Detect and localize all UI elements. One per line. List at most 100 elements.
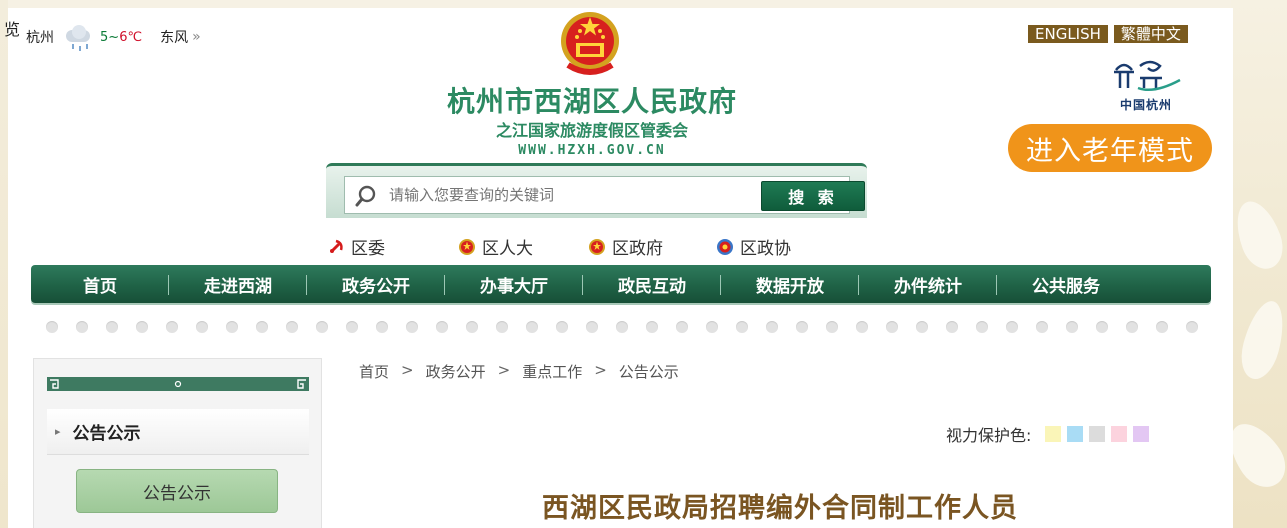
rain-cloud-icon: [62, 24, 96, 51]
eye-care-swatch-gray[interactable]: [1089, 426, 1106, 442]
decor-dot: [436, 321, 448, 333]
decor-dot: [706, 321, 718, 333]
hangzhou-logo-icon: [1114, 60, 1181, 91]
breadcrumb-government-affairs[interactable]: 政务公开: [426, 361, 486, 382]
cppcc-emblem-icon: [717, 238, 733, 255]
language-links: ENGLISH 繁體中文: [1028, 25, 1188, 43]
decor-dot: [1006, 321, 1018, 333]
hangzhou-logo-text: 中国杭州: [1119, 98, 1172, 112]
decor-dot: [286, 321, 298, 333]
breadcrumb: 首页 > 政务公开 > 重点工作 > 公告公示: [359, 361, 679, 382]
sidebar-heading: ▸ 公告公示: [47, 409, 309, 455]
breadcrumb-separator: >: [401, 361, 414, 379]
lang-traditional-link[interactable]: 繁體中文: [1113, 25, 1188, 43]
decor-dot: [496, 321, 508, 333]
national-emblem-icon: [459, 238, 475, 255]
corner-glyph: 览: [4, 20, 21, 39]
decor-dot: [316, 321, 328, 333]
decor-dot: [736, 321, 748, 333]
decor-dot: [946, 321, 958, 333]
nav-home[interactable]: 首页: [31, 272, 169, 297]
nav-government-affairs[interactable]: 政务公开: [307, 272, 445, 297]
weather-temperature: 5~6℃: [100, 29, 143, 45]
quick-link-cppcc[interactable]: 区政协: [716, 234, 791, 259]
decor-dot: [46, 321, 58, 333]
quick-links: 区委 区人大 区政府 区政协: [0, 234, 1287, 259]
decor-dot: [106, 321, 118, 333]
search-icon: [355, 185, 376, 207]
sidebar: ▸ 公告公示 公告公示: [33, 358, 322, 528]
breadcrumb-key-work[interactable]: 重点工作: [522, 361, 582, 382]
nav-service-hall[interactable]: 办事大厅: [445, 272, 583, 297]
decor-dot: [466, 321, 478, 333]
weather-city: 杭州: [26, 30, 54, 46]
decor-dot: [346, 321, 358, 333]
search-box: 搜 索: [344, 176, 865, 214]
decor-dot: [616, 321, 628, 333]
decor-dot: [556, 321, 568, 333]
sidebar-heading-label: 公告公示: [72, 424, 141, 444]
national-emblem-icon: [589, 238, 605, 255]
decor-dot: [1036, 321, 1048, 333]
search-input[interactable]: [389, 183, 739, 207]
nav-interaction[interactable]: 政民互动: [583, 272, 721, 297]
page-background-right: [1218, 0, 1287, 528]
decor-dot: [256, 321, 268, 333]
main-nav: 首页 走进西湖 政务公开 办事大厅 政民互动 数据开放 办件统计 公共服务: [31, 265, 1211, 303]
nav-about-xihu[interactable]: 走进西湖: [169, 272, 307, 297]
eye-care-swatch-yellow[interactable]: [1045, 426, 1062, 442]
quick-link-government[interactable]: 区政府: [588, 234, 663, 259]
hangzhou-city-logo[interactable]: 中国杭州: [1106, 56, 1186, 113]
decor-dot: [76, 321, 88, 333]
decor-dot: [856, 321, 868, 333]
decor-dot: [136, 321, 148, 333]
decor-dot: [1096, 321, 1108, 333]
search-panel: 搜 索: [326, 163, 867, 218]
decor-dot: [916, 321, 928, 333]
eye-care-colors: 视力保护色:: [946, 422, 1150, 446]
nav-public-service[interactable]: 公共服务: [997, 272, 1135, 297]
site-subtitle: 之江国家旅游度假区管委会: [495, 121, 688, 140]
decor-dot: [526, 321, 538, 333]
decor-dot: [1186, 321, 1198, 333]
search-button[interactable]: 搜 索: [761, 181, 865, 211]
breadcrumb-current[interactable]: 公告公示: [619, 361, 679, 382]
decor-dot: [976, 321, 988, 333]
article-title: 西湖区民政局招聘编外合同制工作人员: [542, 493, 1018, 524]
decor-dot: [1066, 321, 1078, 333]
decor-dot: [1156, 321, 1168, 333]
weather-more-link[interactable]: »: [192, 29, 201, 45]
elder-mode-button[interactable]: 进入老年模式: [1008, 124, 1212, 172]
quick-link-label: 区人大: [482, 239, 533, 259]
quick-link-label: 区委: [351, 239, 385, 259]
quick-link-label: 区政协: [740, 239, 791, 259]
decor-dot: [766, 321, 778, 333]
eye-care-swatch-blue[interactable]: [1067, 426, 1084, 442]
national-emblem-icon: [561, 12, 619, 75]
quick-link-npc[interactable]: 区人大: [458, 234, 533, 259]
weather-wind: 东风: [160, 30, 189, 46]
decorative-dot-row: [46, 321, 1206, 335]
quick-link-label: 区政府: [612, 239, 663, 259]
decor-dot: [226, 321, 238, 333]
sidebar-ornament: [47, 377, 309, 391]
eye-care-swatch-pink[interactable]: [1111, 426, 1128, 442]
quick-link-district-committee[interactable]: 区委: [327, 234, 385, 259]
sidebar-item-announcements[interactable]: 公告公示: [76, 469, 278, 513]
decor-dot: [676, 321, 688, 333]
site-url: WWW.HZXH.GOV.CN: [518, 143, 666, 158]
decor-dot: [796, 321, 808, 333]
decor-dot: [166, 321, 178, 333]
decor-dot: [886, 321, 898, 333]
page-background-left: [0, 0, 8, 528]
breadcrumb-home[interactable]: 首页: [359, 361, 389, 382]
eye-care-label: 视力保护色:: [946, 426, 1032, 445]
nav-open-data[interactable]: 数据开放: [721, 272, 859, 297]
lang-english-link[interactable]: ENGLISH: [1028, 25, 1108, 43]
nav-statistics[interactable]: 办件统计: [859, 272, 997, 297]
party-emblem-icon: [327, 237, 345, 256]
decor-dot: [376, 321, 388, 333]
breadcrumb-separator: >: [594, 361, 607, 379]
eye-care-swatch-purple[interactable]: [1133, 426, 1150, 442]
weather-widget: 杭州 5~6℃ 东风 »: [26, 24, 201, 51]
